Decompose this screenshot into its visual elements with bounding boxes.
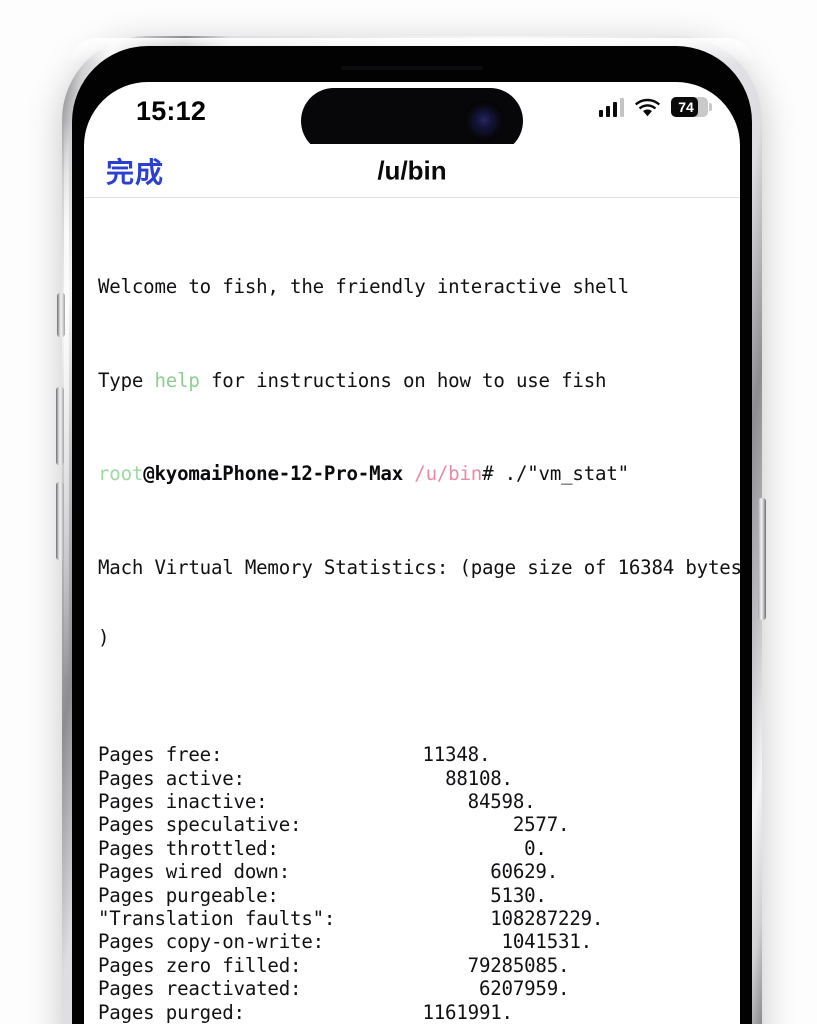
vmstat-row-value: 11348.	[422, 743, 491, 767]
terminal-output[interactable]: Welcome to fish, the friendly interactiv…	[84, 198, 740, 1024]
navigation-bar: 完成 /u/bin	[84, 144, 740, 198]
vmstat-row-label: Pages reactivated:	[98, 977, 302, 1001]
vmstat-row-value: 79285085.	[467, 953, 570, 977]
vmstat-row-value: 108287229.	[490, 907, 604, 930]
prompt-host: kyomaiPhone-12-Pro-Max	[154, 462, 403, 486]
vmstat-row: Pages throttled: 0.	[98, 837, 740, 860]
vmstat-header-line-2: )	[98, 626, 110, 650]
vmstat-row: Pages speculative: 2577.	[98, 813, 740, 836]
page-title: /u/bin	[377, 155, 447, 185]
vmstat-row: Pages free: 11348.	[98, 743, 740, 766]
battery-icon: 74	[671, 97, 712, 117]
vmstat-row: Pages active: 88108.	[98, 767, 740, 790]
vmstat-row: Pages reactivated: 6207959.	[98, 977, 740, 1000]
prompt-cwd: /u/bin	[414, 462, 483, 486]
wifi-icon	[635, 98, 660, 117]
vmstat-row: Pages copy-on-write: 1041531.	[98, 930, 740, 953]
vmstat-row-label: Pages copy-on-write:	[98, 930, 324, 954]
vmstat-row-label: Pages active:	[98, 766, 245, 790]
vmstat-row-value: 5130.	[490, 883, 547, 907]
vmstat-row-value: 2577.	[512, 813, 570, 837]
vmstat-row-value: 60629.	[490, 860, 559, 884]
prompt-sigil: #	[482, 462, 494, 486]
vmstat-row: Pages inactive: 84598.	[98, 790, 740, 813]
status-bar: 15:12 74	[84, 82, 740, 154]
power-button[interactable]	[758, 498, 766, 620]
mute-switch-button[interactable]	[57, 293, 65, 337]
screenshot-canvas: 15:12 74 完成 /u/bin Welcome to fish, the …	[0, 0, 817, 1024]
vmstat-row: "Translation faults": 108287229.	[98, 907, 740, 930]
status-bar-clock: 15:12	[136, 96, 207, 126]
vmstat-row: Pages purged: 1161991.	[98, 1001, 740, 1024]
terminal-line-banner-1: Welcome to fish, the friendly interactiv…	[98, 275, 629, 299]
vmstat-row-label: Pages purgeable:	[98, 883, 279, 907]
vmstat-row-label: Pages zero filled:	[98, 953, 302, 977]
command-vm-stat: ./"vm_stat"	[493, 462, 629, 486]
banner-prefix: Type	[98, 368, 155, 392]
vmstat-row-value: 1161991.	[422, 1000, 513, 1024]
vmstat-row-label: Pages wired down:	[98, 860, 291, 884]
vmstat-row-label: Pages free:	[98, 743, 223, 767]
volume-up-button[interactable]	[56, 387, 64, 465]
vmstat-row-value: 88108.	[445, 766, 513, 790]
battery-level-label: 74	[678, 99, 694, 115]
vmstat-row-value: 6207959.	[478, 977, 570, 1001]
vmstat-header-line-1: Mach Virtual Memory Statistics: (page si…	[98, 556, 740, 580]
vmstat-row: Pages wired down: 60629.	[98, 860, 740, 883]
vmstat-row: Pages purgeable: 5130.	[98, 884, 740, 907]
phone-screen: 15:12 74 完成 /u/bin Welcome to fish, the …	[84, 82, 740, 1024]
vmstat-row-label: "Translation faults":	[98, 907, 336, 930]
terminal-line-banner-2: Type help for instructions on how to use…	[98, 369, 740, 392]
vmstat-row-value: 84598.	[467, 790, 536, 814]
front-camera-icon	[473, 110, 495, 132]
vmstat-row-value: 1041531.	[501, 930, 593, 954]
earpiece-speaker-slit	[341, 66, 483, 70]
vmstat-table: Pages free: 11348. Pages active: 88108. Page…	[98, 743, 740, 1024]
vmstat-row-label: Pages purged:	[98, 1000, 245, 1024]
vmstat-row-label: Pages speculative:	[98, 813, 302, 837]
terminal-prompt-line-1: root@kyomaiPhone-12-Pro-Max /u/bin# ./"v…	[98, 462, 740, 485]
done-button[interactable]: 完成	[106, 151, 164, 191]
banner-suffix: for instructions on how to use fish	[199, 368, 607, 392]
battery-terminal-nub	[709, 103, 712, 111]
status-bar-indicators: 74	[598, 97, 712, 117]
vmstat-row-value: 0.	[524, 836, 547, 860]
volume-down-button[interactable]	[56, 482, 64, 560]
cellular-bars-icon	[598, 97, 624, 117]
prompt-at: @	[143, 462, 155, 486]
prompt-user: root	[98, 462, 144, 486]
help-keyword[interactable]: help	[154, 369, 199, 392]
vmstat-row-label: Pages throttled:	[98, 836, 279, 860]
vmstat-row-label: Pages inactive:	[98, 790, 268, 814]
vmstat-row: Pages zero filled: 79285085.	[98, 954, 740, 977]
